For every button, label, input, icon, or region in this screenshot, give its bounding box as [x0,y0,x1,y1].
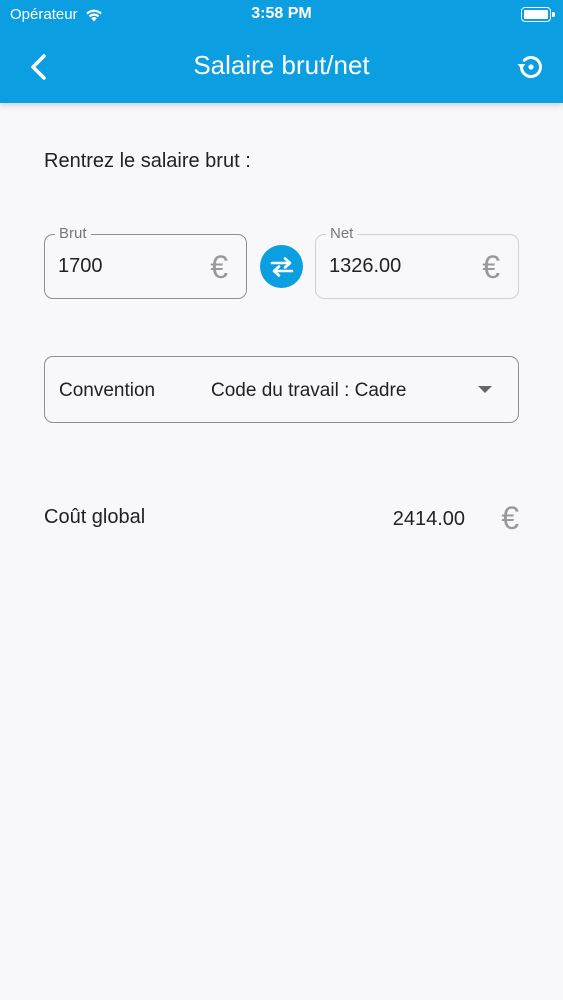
input-prompt: Rentrez le salaire brut : [44,150,251,172]
convention-label: Convention [59,380,156,401]
swap-button[interactable] [260,245,303,288]
status-time: 3:58 PM [251,5,312,22]
swap-arrows-icon [270,256,293,277]
status-bar: Opérateur 3:58 PM [0,0,563,32]
euro-icon: € [482,249,500,285]
net-value: 1326.00 [329,255,402,277]
reset-button[interactable] [513,50,547,84]
battery-icon [521,7,555,22]
net-label: Net [326,225,358,242]
nav-bar: Salaire brut/net [0,32,563,103]
brut-input[interactable]: 1700 [58,255,103,278]
dropdown-arrow-icon [478,386,492,393]
euro-icon: € [210,249,228,285]
cost-label: Coût global [44,506,146,528]
net-field[interactable]: Net 1326.00 € [315,225,519,299]
history-reset-icon [517,56,542,79]
cost-value: 2414.00 [392,508,465,530]
brut-label: Brut [55,225,91,242]
brut-field[interactable]: Brut 1700 € [44,225,247,299]
euro-icon: € [501,500,519,536]
convention-select[interactable]: Convention Code du travail : Cadre [44,356,519,423]
page-title: Salaire brut/net [193,50,370,80]
convention-value: Code du travail : Cadre [211,380,407,401]
app-header: Opérateur 3:58 PM Salaire brut/net [0,0,563,103]
